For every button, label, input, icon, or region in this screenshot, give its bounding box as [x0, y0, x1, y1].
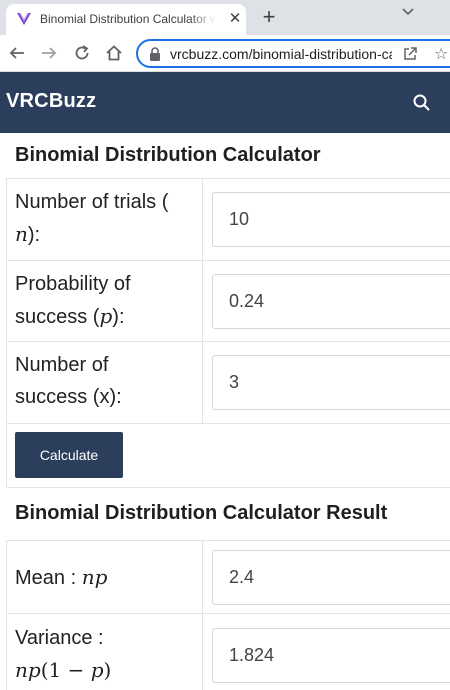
site-logo[interactable]: VRCBuzz: [6, 90, 96, 113]
successes-input[interactable]: 3: [212, 355, 450, 410]
calculate-button[interactable]: Calculate: [15, 432, 123, 478]
trials-input[interactable]: 10: [212, 192, 450, 247]
result-title: Binomial Distribution Calculator Result: [6, 488, 450, 541]
probability-row: Probability of success (p): 0.24: [6, 261, 450, 342]
new-tab-button[interactable]: +: [256, 4, 282, 30]
lock-icon[interactable]: [149, 47, 161, 61]
url-text[interactable]: vrcbuzz.com/binomial-distribution-calcul…: [170, 46, 392, 62]
browser-toolbar: vrcbuzz.com/binomial-distribution-calcul…: [0, 35, 450, 72]
address-bar[interactable]: vrcbuzz.com/binomial-distribution-calcul…: [136, 39, 450, 68]
successes-row: Number of success (x): 3: [6, 342, 450, 424]
reload-icon[interactable]: [71, 42, 93, 64]
star-icon[interactable]: ☆: [434, 44, 448, 64]
home-icon[interactable]: [103, 42, 125, 64]
forward-icon[interactable]: [38, 42, 60, 64]
close-tab-icon[interactable]: ✕: [226, 10, 244, 28]
probability-label: Probability of success (p):: [6, 261, 203, 341]
variance-label: Variance : np(1 − p): [6, 614, 203, 690]
variance-output: 1.824: [212, 628, 450, 683]
variance-row: Variance : np(1 − p) 1.824: [6, 614, 450, 690]
browser-tab-strip: Binomial Distribution Calculator with ✕ …: [0, 0, 450, 35]
probability-input[interactable]: 0.24: [212, 274, 450, 329]
trials-label: Number of trials ( n):: [6, 179, 203, 260]
mean-output: 2.4: [212, 550, 450, 605]
browser-tab[interactable]: Binomial Distribution Calculator with ✕: [6, 4, 246, 35]
successes-label: Number of success (x):: [6, 342, 203, 423]
vrcbuzz-favicon: [17, 12, 31, 25]
search-icon[interactable]: [412, 93, 432, 113]
calculate-row: Calculate: [6, 424, 450, 488]
mean-label: Mean : np: [6, 541, 203, 613]
calculator-table: Binomial Distribution Calculator Number …: [6, 133, 450, 690]
site-header: VRCBuzz: [0, 72, 450, 133]
mean-row: Mean : np 2.4: [6, 541, 450, 614]
share-icon[interactable]: [402, 46, 418, 62]
tab-search-icon[interactable]: [398, 2, 418, 22]
trials-row: Number of trials ( n): 10: [6, 179, 450, 261]
calculator-title: Binomial Distribution Calculator: [6, 133, 450, 179]
tab-title: Binomial Distribution Calculator with: [40, 12, 216, 26]
back-icon[interactable]: [6, 42, 28, 64]
